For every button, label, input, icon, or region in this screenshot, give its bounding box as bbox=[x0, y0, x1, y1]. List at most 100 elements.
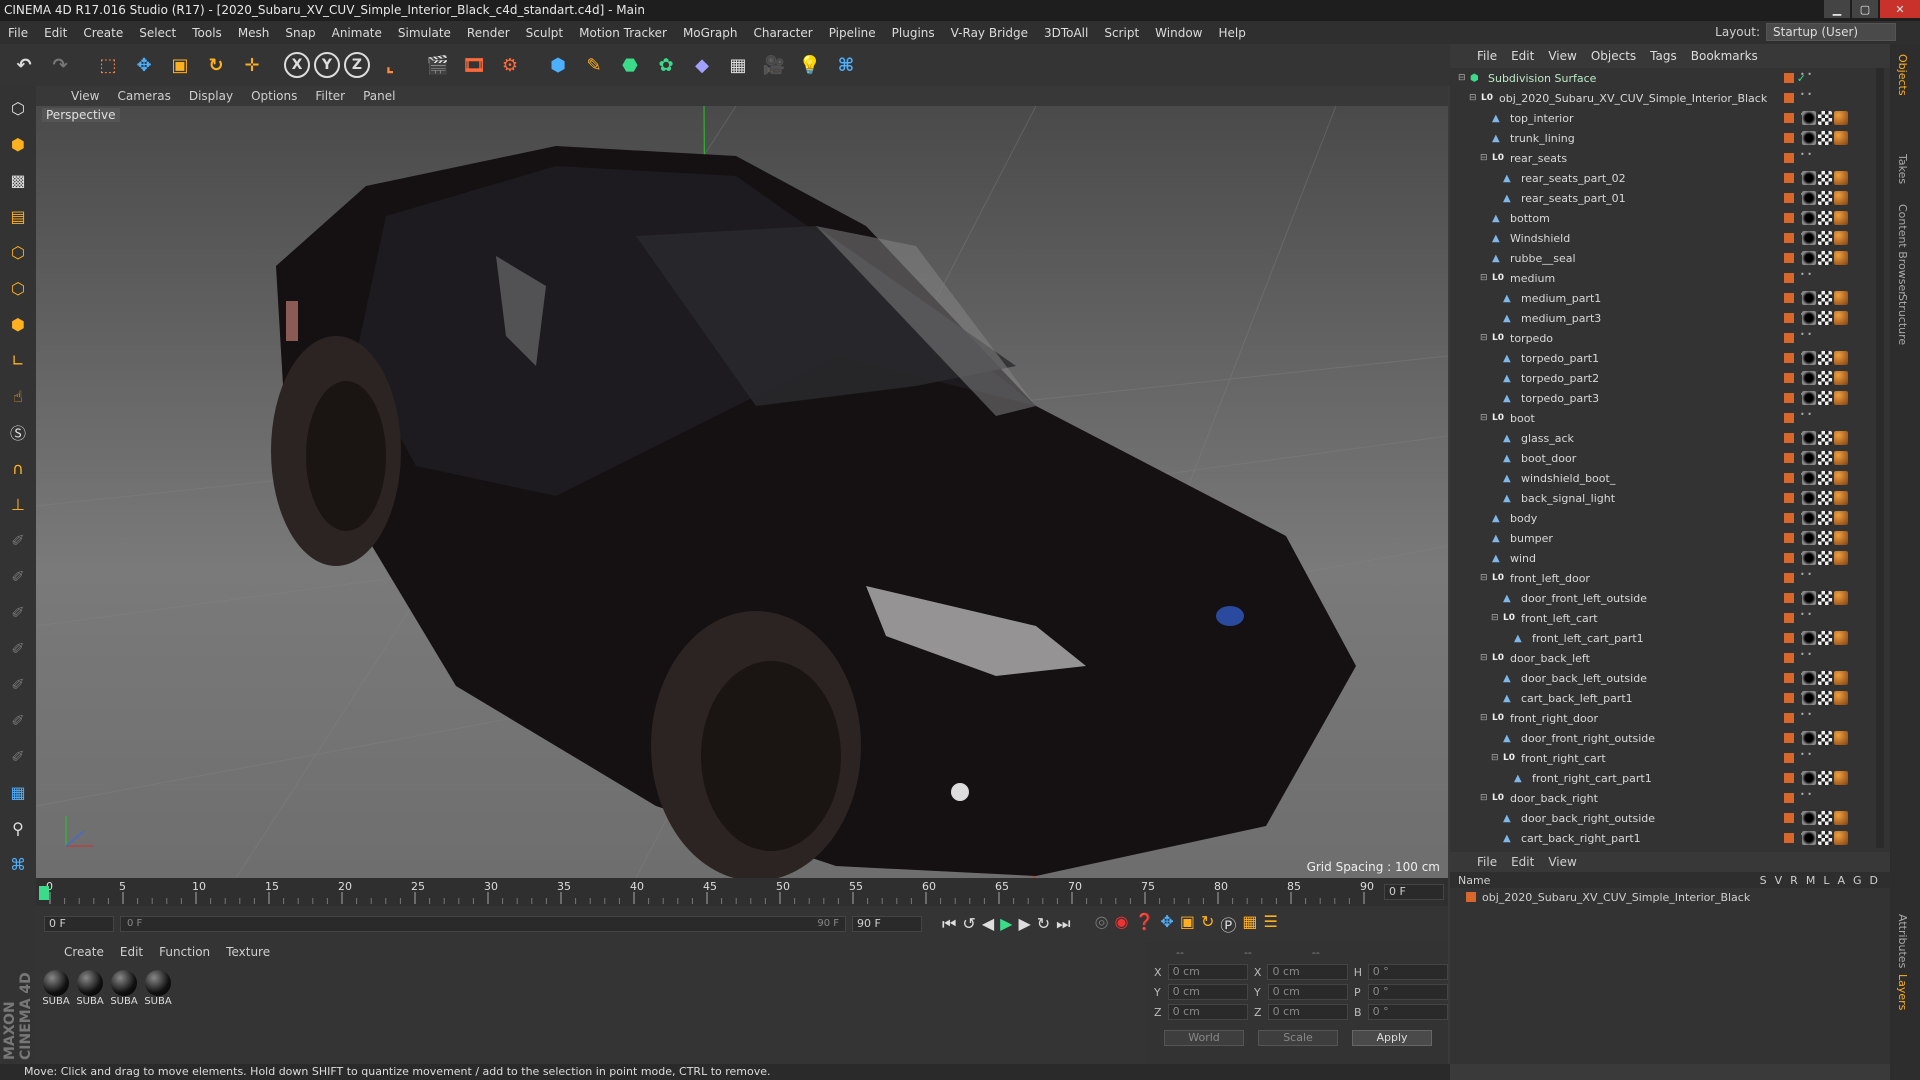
layer-menu-edit[interactable]: Edit bbox=[1504, 855, 1541, 869]
object-scrollbar[interactable] bbox=[1876, 68, 1884, 848]
menu-character[interactable]: Character bbox=[745, 26, 820, 40]
object-row[interactable]: ▲bottom• • bbox=[1450, 208, 1890, 228]
grid-tool-icon[interactable]: ✐ bbox=[2, 740, 34, 772]
object-menu-edit[interactable]: Edit bbox=[1504, 49, 1541, 63]
object-row[interactable]: ▲door_front_right_outside• • bbox=[1450, 728, 1890, 748]
object-row[interactable]: ▲glass_ack• • bbox=[1450, 428, 1890, 448]
workplane-axis-icon[interactable]: ⊥ bbox=[2, 488, 34, 520]
tab-objects[interactable]: Objects bbox=[1896, 54, 1909, 96]
menu-script[interactable]: Script bbox=[1096, 26, 1147, 40]
object-row[interactable]: ▲rear_seats_part_01• • bbox=[1450, 188, 1890, 208]
enabled-check-icon[interactable]: ✓ bbox=[1797, 72, 1806, 85]
material-tag-icon[interactable] bbox=[1802, 351, 1816, 365]
object-row[interactable]: ▲rear_seats_part_02• • bbox=[1450, 168, 1890, 188]
visibility-dots[interactable]: • • bbox=[1800, 411, 1812, 424]
object-row[interactable]: ▲trunk_lining• • bbox=[1450, 128, 1890, 148]
object-row[interactable]: ⊟ L0 door_back_left • • bbox=[1450, 648, 1890, 668]
material-tag-icon[interactable] bbox=[1802, 291, 1816, 305]
material-tag-icon[interactable] bbox=[1802, 251, 1816, 265]
material-tag-icon[interactable] bbox=[1802, 811, 1816, 825]
visibility-dots[interactable]: • • bbox=[1800, 791, 1812, 804]
coord-field[interactable]: 0 cm bbox=[1267, 964, 1348, 980]
object-row[interactable]: ▲back_signal_light• • bbox=[1450, 488, 1890, 508]
object-row[interactable]: ⊟ L0 medium • • bbox=[1450, 268, 1890, 288]
rotation-key-icon[interactable]: ↻ bbox=[1201, 912, 1214, 936]
collapse-icon[interactable]: ⊟ bbox=[1491, 613, 1499, 623]
material-tag-icon[interactable] bbox=[1802, 231, 1816, 245]
collapse-icon[interactable]: ⊟ bbox=[1491, 753, 1499, 763]
object-menu-tags[interactable]: Tags bbox=[1643, 49, 1684, 63]
tab-takes[interactable]: Takes bbox=[1896, 154, 1909, 184]
phong-tag-icon[interactable] bbox=[1834, 351, 1848, 365]
close-button[interactable]: ✕ bbox=[1880, 0, 1920, 18]
uvw-tag-icon[interactable] bbox=[1818, 691, 1832, 705]
move-icon[interactable]: ✥ bbox=[128, 49, 160, 81]
coord-field[interactable]: 0 ° bbox=[1367, 964, 1448, 980]
edges-mode-icon[interactable]: ⬡ bbox=[2, 272, 34, 304]
material-menu-create[interactable]: Create bbox=[58, 945, 110, 959]
object-row[interactable]: ▲boot_door• • bbox=[1450, 448, 1890, 468]
pla-key-icon[interactable]: ▦ bbox=[1242, 912, 1257, 936]
object-row[interactable]: ▲front_left_cart_part1• • bbox=[1450, 628, 1890, 648]
uvw-tag-icon[interactable] bbox=[1818, 631, 1832, 645]
uvw-tag-icon[interactable] bbox=[1818, 431, 1832, 445]
python-script-icon[interactable]: ⌘ bbox=[2, 848, 34, 880]
array-icon[interactable]: ✿ bbox=[650, 49, 682, 81]
uvw-tag-icon[interactable] bbox=[1818, 811, 1832, 825]
object-row[interactable]: ▲door_front_left_outside• • bbox=[1450, 588, 1890, 608]
phong-tag-icon[interactable] bbox=[1834, 291, 1848, 305]
material-tag-icon[interactable] bbox=[1802, 171, 1816, 185]
collapse-icon[interactable]: ⊟ bbox=[1458, 73, 1466, 83]
object-row[interactable]: ▲medium_part1• • bbox=[1450, 288, 1890, 308]
uvw-tag-icon[interactable] bbox=[1818, 491, 1832, 505]
spring-icon[interactable]: ⚲ bbox=[2, 812, 34, 844]
uvw-tag-icon[interactable] bbox=[1818, 391, 1832, 405]
uvw-tag-icon[interactable] bbox=[1818, 191, 1832, 205]
collapse-icon[interactable]: ⊟ bbox=[1480, 413, 1488, 423]
phong-tag-icon[interactable] bbox=[1834, 831, 1848, 845]
polygons-mode-icon[interactable]: ⬢ bbox=[2, 308, 34, 340]
phong-tag-icon[interactable] bbox=[1834, 671, 1848, 685]
material-swatch[interactable]: SUBA bbox=[144, 970, 172, 1010]
coord-field[interactable]: 0 cm bbox=[1167, 984, 1248, 1000]
menu-window[interactable]: Window bbox=[1147, 26, 1210, 40]
material-tag-icon[interactable] bbox=[1802, 691, 1816, 705]
uvw-tag-icon[interactable] bbox=[1818, 771, 1832, 785]
uvw-tag-icon[interactable] bbox=[1818, 551, 1832, 565]
viewport-menu-filter[interactable]: Filter bbox=[308, 89, 352, 103]
object-row[interactable]: ⊟ L0 front_left_door • • bbox=[1450, 568, 1890, 588]
uvw-tag-icon[interactable] bbox=[1818, 371, 1832, 385]
uvw-tag-icon[interactable] bbox=[1818, 171, 1832, 185]
layer-menu-file[interactable]: File bbox=[1470, 855, 1504, 869]
start-frame-field[interactable]: 0 F bbox=[44, 916, 114, 932]
tab-structure[interactable]: Structure bbox=[1896, 294, 1909, 345]
tweak-icon[interactable]: ☝ bbox=[2, 380, 34, 412]
collapse-icon[interactable]: ⊟ bbox=[1469, 93, 1477, 103]
uvw-tag-icon[interactable] bbox=[1818, 531, 1832, 545]
uvw-tag-icon[interactable] bbox=[1818, 351, 1832, 365]
uvw-tag-icon[interactable] bbox=[1818, 671, 1832, 685]
phong-tag-icon[interactable] bbox=[1834, 731, 1848, 745]
layer-menu-view[interactable]: View bbox=[1541, 855, 1583, 869]
uvw-tag-icon[interactable] bbox=[1818, 471, 1832, 485]
menu-render[interactable]: Render bbox=[459, 26, 518, 40]
points-mode-icon[interactable]: ⬡ bbox=[2, 236, 34, 268]
playhead[interactable] bbox=[39, 886, 49, 900]
menu-edit[interactable]: Edit bbox=[36, 26, 75, 40]
visibility-dots[interactable]: • • bbox=[1800, 151, 1812, 164]
object-menu-view[interactable]: View bbox=[1541, 49, 1583, 63]
object-menu-bookmarks[interactable]: Bookmarks bbox=[1684, 49, 1765, 63]
camera-icon[interactable]: 🎥 bbox=[758, 49, 790, 81]
material-tag-icon[interactable] bbox=[1802, 451, 1816, 465]
make-editable-icon[interactable]: ⬡ bbox=[2, 92, 34, 124]
collapse-icon[interactable]: ⊟ bbox=[1480, 653, 1488, 663]
timeline-menu-icon[interactable]: ☰ bbox=[1264, 912, 1278, 936]
menu-select[interactable]: Select bbox=[131, 26, 184, 40]
coord-field[interactable]: 0 cm bbox=[1167, 1004, 1248, 1020]
uvw-tag-icon[interactable] bbox=[1818, 231, 1832, 245]
rotate-icon[interactable]: ↻ bbox=[200, 49, 232, 81]
object-row[interactable]: ⊟ L0 rear_seats • • bbox=[1450, 148, 1890, 168]
layer-column-s[interactable]: S bbox=[1760, 874, 1767, 887]
y-axis-icon[interactable]: Y bbox=[314, 52, 340, 78]
phong-tag-icon[interactable] bbox=[1834, 231, 1848, 245]
